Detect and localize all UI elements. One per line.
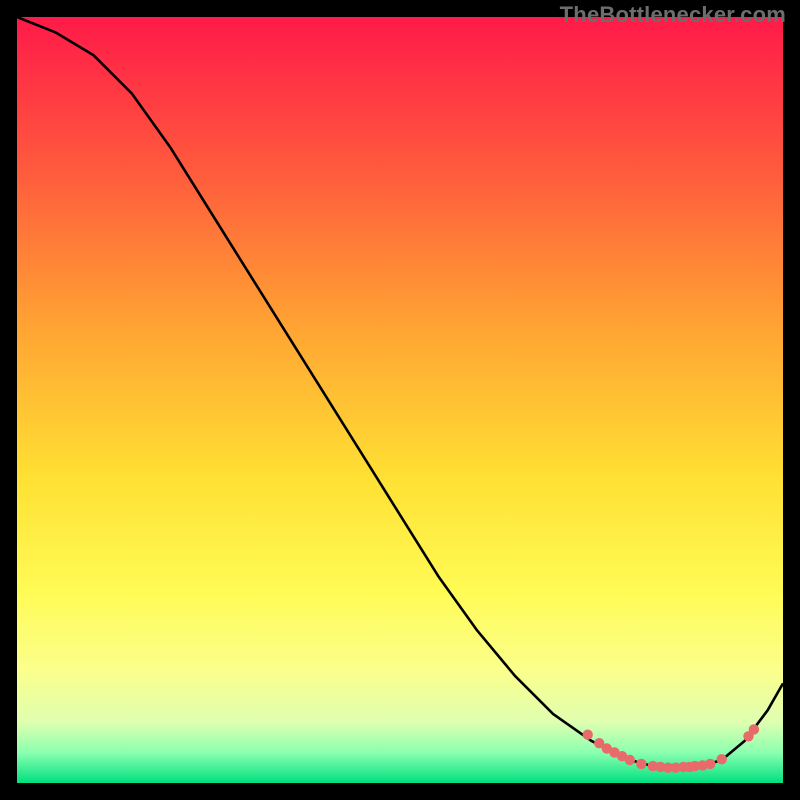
chart-gradient-bg (17, 17, 783, 783)
data-point (717, 754, 727, 764)
watermark-text: TheBottlenecker.com (560, 2, 786, 28)
data-point (583, 730, 593, 740)
data-point (749, 724, 759, 734)
chart-canvas (17, 17, 783, 783)
data-point (636, 759, 646, 769)
data-point (625, 755, 635, 765)
bottleneck-curve (17, 17, 783, 768)
data-point (705, 759, 715, 769)
data-points (583, 724, 760, 773)
